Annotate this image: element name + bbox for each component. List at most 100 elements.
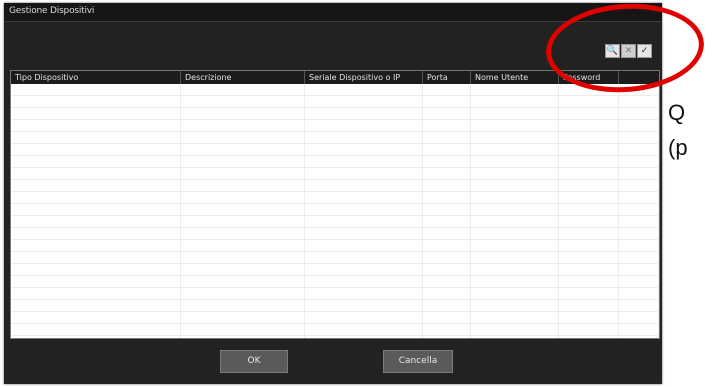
table-cell[interactable] <box>423 204 471 215</box>
table-cell[interactable] <box>559 96 619 107</box>
table-cell[interactable] <box>471 132 559 143</box>
table-row[interactable] <box>11 216 659 228</box>
table-cell[interactable] <box>11 300 181 311</box>
table-cell[interactable] <box>471 192 559 203</box>
table-row[interactable] <box>11 276 659 288</box>
table-cell[interactable] <box>471 144 559 155</box>
table-cell[interactable] <box>559 144 619 155</box>
table-cell[interactable] <box>423 276 471 287</box>
table-cell[interactable] <box>423 312 471 323</box>
table-cell[interactable] <box>471 228 559 239</box>
table-cell[interactable] <box>471 108 559 119</box>
table-cell[interactable] <box>305 168 423 179</box>
table-cell[interactable] <box>11 216 181 227</box>
table-cell[interactable] <box>423 216 471 227</box>
table-row[interactable] <box>11 156 659 168</box>
table-cell[interactable] <box>559 288 619 299</box>
table-cell[interactable] <box>471 156 559 167</box>
table-cell[interactable] <box>11 168 181 179</box>
table-cell[interactable] <box>559 204 619 215</box>
table-cell[interactable] <box>305 288 423 299</box>
table-cell[interactable] <box>181 228 305 239</box>
table-cell[interactable] <box>181 336 305 338</box>
table-cell[interactable] <box>559 180 619 191</box>
table-cell[interactable] <box>471 204 559 215</box>
table-cell[interactable] <box>619 180 659 191</box>
table-cell[interactable] <box>471 168 559 179</box>
table-cell[interactable] <box>559 84 619 95</box>
table-cell[interactable] <box>619 156 659 167</box>
table-cell[interactable] <box>619 132 659 143</box>
table-cell[interactable] <box>619 324 659 335</box>
table-cell[interactable] <box>471 216 559 227</box>
ok-button[interactable]: OK <box>220 350 288 373</box>
table-cell[interactable] <box>305 312 423 323</box>
table-cell[interactable] <box>619 192 659 203</box>
table-cell[interactable] <box>423 252 471 263</box>
table-cell[interactable] <box>305 264 423 275</box>
table-cell[interactable] <box>11 228 181 239</box>
table-cell[interactable] <box>423 108 471 119</box>
table-cell[interactable] <box>619 240 659 251</box>
table-row[interactable] <box>11 120 659 132</box>
table-cell[interactable] <box>559 312 619 323</box>
table-cell[interactable] <box>11 204 181 215</box>
table-cell[interactable] <box>619 144 659 155</box>
table-row[interactable] <box>11 336 659 338</box>
table-cell[interactable] <box>559 192 619 203</box>
table-cell[interactable] <box>181 168 305 179</box>
table-cell[interactable] <box>619 276 659 287</box>
table-cell[interactable] <box>471 240 559 251</box>
table-cell[interactable] <box>11 276 181 287</box>
column-header-porta[interactable]: Porta <box>423 71 471 84</box>
table-row[interactable] <box>11 204 659 216</box>
table-cell[interactable] <box>305 252 423 263</box>
table-cell[interactable] <box>471 84 559 95</box>
table-cell[interactable] <box>181 312 305 323</box>
column-header-descrizione[interactable]: Descrizione <box>181 71 305 84</box>
table-cell[interactable] <box>181 240 305 251</box>
table-row[interactable] <box>11 84 659 96</box>
table-cell[interactable] <box>559 240 619 251</box>
table-cell[interactable] <box>181 108 305 119</box>
table-cell[interactable] <box>423 168 471 179</box>
table-cell[interactable] <box>619 108 659 119</box>
table-cell[interactable] <box>305 192 423 203</box>
table-cell[interactable] <box>559 120 619 131</box>
table-cell[interactable] <box>181 180 305 191</box>
table-cell[interactable] <box>423 192 471 203</box>
table-cell[interactable] <box>619 300 659 311</box>
table-cell[interactable] <box>471 312 559 323</box>
table-cell[interactable] <box>423 240 471 251</box>
close-icon[interactable]: ✕ <box>621 44 636 58</box>
table-cell[interactable] <box>423 324 471 335</box>
table-cell[interactable] <box>11 288 181 299</box>
table-cell[interactable] <box>619 120 659 131</box>
table-cell[interactable] <box>423 84 471 95</box>
table-row[interactable] <box>11 324 659 336</box>
table-cell[interactable] <box>423 336 471 338</box>
table-cell[interactable] <box>471 120 559 131</box>
table-cell[interactable] <box>423 264 471 275</box>
table-cell[interactable] <box>11 108 181 119</box>
table-cell[interactable] <box>11 120 181 131</box>
table-cell[interactable] <box>423 144 471 155</box>
table-row[interactable] <box>11 228 659 240</box>
table-row[interactable] <box>11 300 659 312</box>
table-cell[interactable] <box>619 252 659 263</box>
table-cell[interactable] <box>181 84 305 95</box>
table-cell[interactable] <box>559 168 619 179</box>
table-row[interactable] <box>11 240 659 252</box>
table-row[interactable] <box>11 168 659 180</box>
table-cell[interactable] <box>471 180 559 191</box>
column-header-tipo-dispositivo[interactable]: Tipo Dispositivo <box>11 71 181 84</box>
table-cell[interactable] <box>619 204 659 215</box>
table-row[interactable] <box>11 180 659 192</box>
table-cell[interactable] <box>11 84 181 95</box>
table-row[interactable] <box>11 108 659 120</box>
table-cell[interactable] <box>471 336 559 338</box>
table-cell[interactable] <box>423 288 471 299</box>
table-cell[interactable] <box>471 300 559 311</box>
table-cell[interactable] <box>11 144 181 155</box>
table-cell[interactable] <box>471 96 559 107</box>
